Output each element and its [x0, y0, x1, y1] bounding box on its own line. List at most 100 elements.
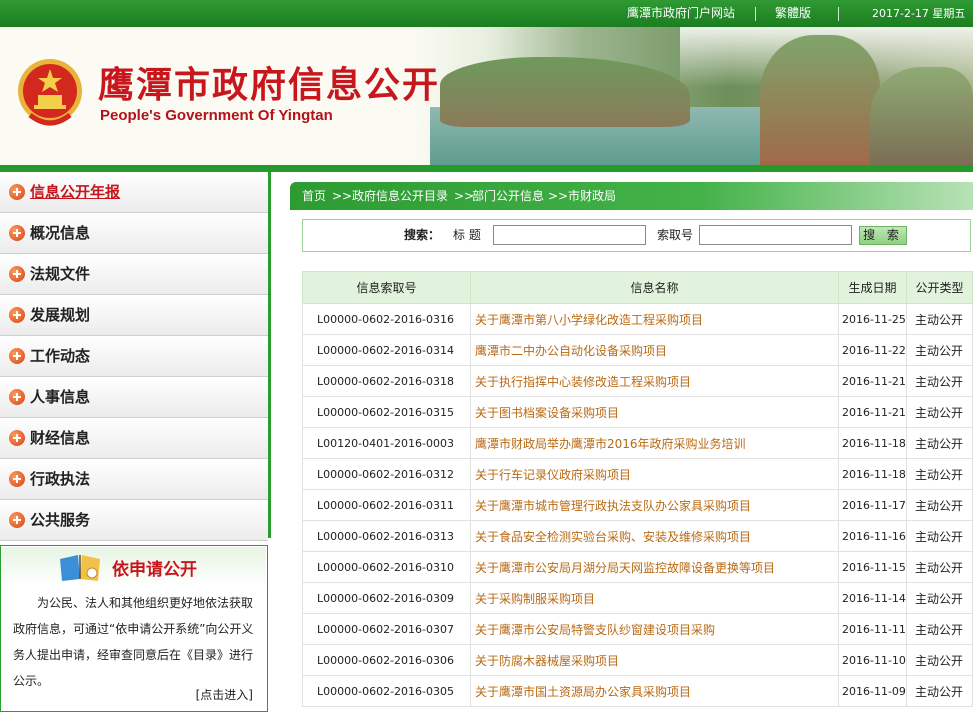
- apply-panel-description: 为公民、法人和其他组织更好地依法获取政府信息，可通过“依申请公开系统”向公开义务…: [13, 596, 254, 688]
- cell-type: 主动公开: [906, 582, 973, 614]
- cell-date: 2016-11-18: [838, 458, 907, 490]
- cell-name-link[interactable]: 关于防腐木器械屋采购项目: [470, 644, 839, 676]
- sidebar-item-label: 发展规划: [30, 306, 91, 324]
- apply-enter-link[interactable]: [点击进入]: [196, 686, 253, 703]
- table-row: L00000-0602-2016-0316 关于鹰潭市第八小学绿化改造工程采购项目…: [302, 303, 973, 335]
- cell-name-link[interactable]: 鹰潭市二中办公自动化设备采购项目: [470, 334, 839, 366]
- cell-name-link[interactable]: 关于食品安全检测实验台采购、安装及维修采购项目: [470, 520, 839, 552]
- cell-name-link[interactable]: 关于鹰潭市第八小学绿化改造工程采购项目: [470, 303, 839, 335]
- sidebar-item-work-news[interactable]: 工作动态: [0, 336, 268, 377]
- plus-icon: [9, 225, 25, 241]
- cell-type: 主动公开: [906, 458, 973, 490]
- banner-cliff: [760, 35, 880, 165]
- title-search-input[interactable]: [493, 225, 646, 245]
- topbar-divider: [838, 7, 839, 21]
- cell-index: L00000-0602-2016-0312: [302, 458, 471, 490]
- cell-date: 2016-11-21: [838, 365, 907, 397]
- breadcrumb-separator: >>: [548, 189, 569, 203]
- info-list-table: 信息索取号 信息名称 生成日期 公开类型 L00000-0602-2016-03…: [302, 271, 973, 707]
- table-row: L00000-0602-2016-0309 关于采购制服采购项目 2016-11-1…: [302, 582, 973, 614]
- cell-name-link[interactable]: 关于鹰潭市城市管理行政执法支队办公家具采购项目: [470, 489, 839, 521]
- cell-name-link[interactable]: 关于图书档案设备采购项目: [470, 396, 839, 428]
- topbar-divider: [755, 7, 756, 21]
- cell-type: 主动公开: [906, 489, 973, 521]
- index-search-input[interactable]: [699, 225, 852, 245]
- banner-cliff: [440, 57, 690, 127]
- cell-index: L00000-0602-2016-0311: [302, 489, 471, 521]
- cell-type: 主动公开: [906, 551, 973, 583]
- search-label: 搜索：: [404, 228, 441, 242]
- cell-index: L00000-0602-2016-0305: [302, 675, 471, 707]
- sidebar-item-label: 人事信息: [30, 388, 91, 406]
- banner-cliff: [870, 67, 973, 165]
- cell-date: 2016-11-10: [838, 644, 907, 676]
- sidebar-item-annual-report[interactable]: 信息公开年报: [0, 172, 268, 213]
- site-subtitle-english: People's Government Of Yingtan: [100, 107, 333, 124]
- sidebar-item-law-enforcement[interactable]: 行政执法: [0, 459, 268, 500]
- column-header-name: 信息名称: [470, 271, 839, 304]
- cell-name-link[interactable]: 关于鹰潭市国土资源局办公家具采购项目: [470, 675, 839, 707]
- breadcrumb: 首页 >> 政府信息公开目录 >> 部门公开信息 >> 市财政局: [290, 182, 973, 210]
- breadcrumb-catalog[interactable]: 政府信息公开目录: [352, 182, 448, 210]
- cell-index: L00120-0401-2016-0003: [302, 427, 471, 459]
- cell-date: 2016-11-15: [838, 551, 907, 583]
- cell-type: 主动公开: [906, 334, 973, 366]
- cell-index: L00000-0602-2016-0315: [302, 396, 471, 428]
- cell-date: 2016-11-22: [838, 334, 907, 366]
- cell-name-link[interactable]: 关于执行指挥中心装修改造工程采购项目: [470, 365, 839, 397]
- cell-date: 2016-11-09: [838, 675, 907, 707]
- cell-name-link[interactable]: 关于采购制服采购项目: [470, 582, 839, 614]
- traditional-chinese-link[interactable]: 繁體版: [775, 0, 811, 27]
- cell-name-link[interactable]: 关于鹰潭市公安局特警支队纱窗建设项目采购: [470, 613, 839, 645]
- cell-date: 2016-11-11: [838, 613, 907, 645]
- cell-index: L00000-0602-2016-0309: [302, 582, 471, 614]
- top-bar: 鹰潭市政府门户网站 繁體版 2017-2-17 星期五: [0, 0, 973, 27]
- column-header-index: 信息索取号: [302, 271, 471, 304]
- sidebar-item-finance[interactable]: 财经信息: [0, 418, 268, 459]
- portal-link[interactable]: 鹰潭市政府门户网站: [627, 0, 735, 27]
- cell-name-link[interactable]: 关于行车记录仪政府采购项目: [470, 458, 839, 490]
- cell-name-link[interactable]: 关于鹰潭市公安局月湖分局天网监控故障设备更换等项目: [470, 551, 839, 583]
- apply-panel-title: 依申请公开: [112, 560, 197, 580]
- plus-icon: [9, 471, 25, 487]
- table-row: L00000-0602-2016-0311 关于鹰潭市城市管理行政执法支队办公家具…: [302, 489, 973, 521]
- plus-icon: [9, 266, 25, 282]
- table-header-row: 信息索取号 信息名称 生成日期 公开类型: [302, 271, 973, 304]
- sidebar-item-public-service[interactable]: 公共服务: [0, 500, 268, 541]
- table-row: L00000-0602-2016-0313 关于食品安全检测实验台采购、安装及维修…: [302, 520, 973, 552]
- cell-date: 2016-11-25: [838, 303, 907, 335]
- cell-index: L00000-0602-2016-0314: [302, 334, 471, 366]
- column-header-type: 公开类型: [906, 271, 973, 304]
- book-icon: [60, 555, 100, 581]
- cell-type: 主动公开: [906, 303, 973, 335]
- sidebar-item-label: 工作动态: [30, 347, 91, 365]
- sidebar-item-personnel[interactable]: 人事信息: [0, 377, 268, 418]
- breadcrumb-department[interactable]: 部门公开信息: [472, 182, 544, 210]
- sidebar-item-overview[interactable]: 概况信息: [0, 213, 268, 254]
- breadcrumb-home[interactable]: 首页: [302, 182, 326, 210]
- cell-index: L00000-0602-2016-0310: [302, 551, 471, 583]
- header-divider: [0, 165, 973, 172]
- cell-type: 主动公开: [906, 427, 973, 459]
- search-bar: 搜索： 标 题 索取号 搜 索: [302, 219, 971, 252]
- sidebar-nav: 信息公开年报 概况信息 法规文件 发展规划 工作动态 人事信息 财经信息 行政执…: [0, 172, 271, 541]
- cell-name-link[interactable]: 鹰潭市财政局举办鹰潭市2016年政府采购业务培训: [470, 427, 839, 459]
- cell-index: L00000-0602-2016-0306: [302, 644, 471, 676]
- sidebar-item-planning[interactable]: 发展规划: [0, 295, 268, 336]
- sidebar-item-label: 行政执法: [30, 470, 91, 488]
- cell-date: 2016-11-21: [838, 396, 907, 428]
- table-row: L00120-0401-2016-0003 鹰潭市财政局举办鹰潭市2016年政府采…: [302, 427, 973, 459]
- breadcrumb-separator: >>: [332, 189, 353, 203]
- cell-index: L00000-0602-2016-0313: [302, 520, 471, 552]
- plus-icon: [9, 389, 25, 405]
- plus-icon: [9, 512, 25, 528]
- sidebar-item-regulations[interactable]: 法规文件: [0, 254, 268, 295]
- table-row: L00000-0602-2016-0314 鹰潭市二中办公自动化设备采购项目 201…: [302, 334, 973, 366]
- cell-date: 2016-11-17: [838, 489, 907, 521]
- breadcrumb-finance-bureau[interactable]: 市财政局: [568, 182, 616, 210]
- cell-index: L00000-0602-2016-0318: [302, 365, 471, 397]
- search-button[interactable]: 搜 索: [859, 226, 907, 245]
- cell-type: 主动公开: [906, 520, 973, 552]
- sidebar-item-label: 公共服务: [30, 511, 91, 529]
- plus-icon: [9, 184, 25, 200]
